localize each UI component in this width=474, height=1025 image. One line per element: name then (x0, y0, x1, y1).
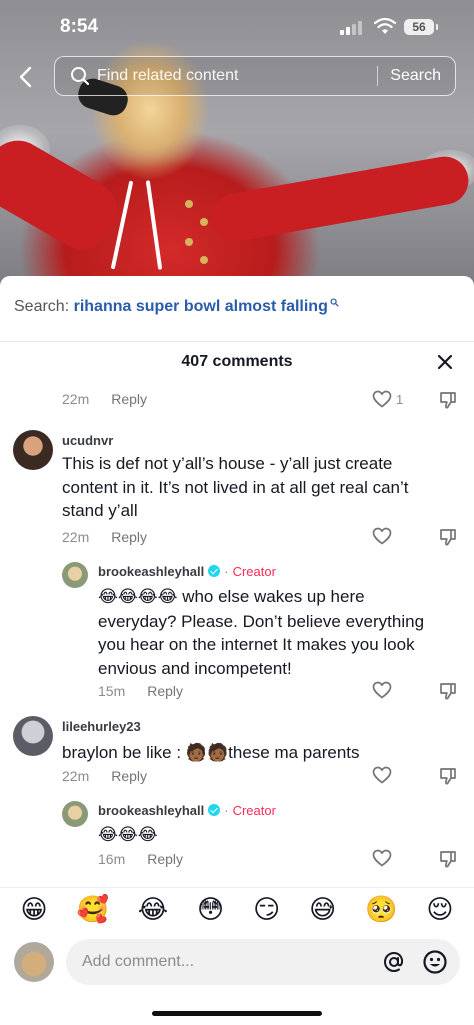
heart-icon[interactable] (372, 766, 392, 784)
related-search-query[interactable]: rihanna super bowl almost falling (74, 298, 328, 315)
related-search[interactable]: Search: rihanna super bowl almost fallin… (14, 298, 339, 316)
close-icon[interactable] (436, 353, 454, 371)
comment-emoji: 🧑🏾🧑🏾 (185, 743, 229, 763)
comment-username[interactable]: lileehurley23 (62, 719, 141, 734)
verified-badge-icon (208, 804, 221, 816)
verified-badge-icon (208, 565, 221, 577)
quick-emoji-bar: 😁 🥰 😂 😳 😏 😅 🥺 😌 (0, 887, 474, 931)
reply-text: 😂😂😂😂 who else wakes up here everyday? Pl… (98, 585, 443, 680)
emoji-pleading-button[interactable]: 🥺 (365, 895, 397, 925)
search-icon (71, 67, 90, 86)
emoji-picker-icon[interactable] (422, 949, 448, 975)
separator-dot: · (224, 564, 229, 579)
back-arrow-icon[interactable] (14, 64, 40, 90)
emoji-grin-button[interactable]: 😁 (20, 895, 47, 925)
comment-meta: 22m Reply (62, 529, 147, 545)
search-input[interactable]: Find related content (97, 67, 377, 85)
separator-dot: · (224, 803, 229, 818)
heart-icon[interactable] (372, 849, 392, 867)
reply-button[interactable]: Reply (111, 529, 147, 545)
reply-button[interactable]: Reply (111, 391, 147, 407)
comment-time: 22m (62, 768, 90, 784)
emoji-flushed-button[interactable]: 😳 (197, 895, 224, 925)
comment-text-part: braylon be like : (62, 743, 186, 762)
reply-username[interactable]: brookeashleyhall · Creator (98, 564, 276, 579)
dislike-icon[interactable] (438, 681, 458, 701)
comment-time: 16m (98, 851, 126, 867)
divider (0, 341, 474, 342)
emoji-joy-button[interactable]: 😂 (138, 895, 168, 925)
comment-time: 15m (98, 683, 126, 699)
like-count: 1 (396, 392, 404, 407)
heart-icon[interactable] (372, 681, 392, 699)
reply-username-text: brookeashleyhall (98, 564, 205, 579)
comment-text: braylon be like : 🧑🏾🧑🏾these ma parents (62, 741, 442, 766)
comment-meta: 22m Reply (62, 768, 147, 784)
comment-time: 22m (62, 529, 90, 545)
dislike-icon[interactable] (438, 527, 458, 547)
emoji-relieved-button[interactable]: 😌 (426, 895, 453, 925)
comment-text-part: these ma parents (228, 743, 360, 762)
heart-icon[interactable] (372, 390, 392, 408)
jacket-button (185, 200, 193, 208)
my-avatar[interactable] (14, 942, 54, 982)
reply-username[interactable]: brookeashleyhall · Creator (98, 803, 276, 818)
comment-composer[interactable] (66, 939, 460, 985)
avatar[interactable] (62, 562, 88, 588)
emoji-smirk-button[interactable]: 😏 (253, 895, 280, 925)
reply-button[interactable]: Reply (147, 683, 183, 699)
jacket-button (185, 238, 193, 246)
hoodie-string (110, 180, 134, 270)
mention-icon[interactable] (382, 950, 406, 974)
performer-arm (0, 129, 129, 261)
related-search-prefix: Search: (14, 298, 70, 315)
cellular-signal-icon (340, 21, 362, 35)
battery-icon: 56 (404, 19, 438, 35)
creator-badge: Creator (232, 803, 276, 818)
comment-meta: 16m Reply (98, 851, 183, 867)
avatar[interactable] (13, 716, 53, 756)
performer-arm (207, 152, 473, 246)
comment-input[interactable] (66, 953, 382, 971)
wifi-icon (374, 18, 396, 34)
clock: 8:54 (60, 16, 99, 37)
reply-button[interactable]: Reply (147, 851, 183, 867)
search-icon (330, 298, 339, 307)
comment-meta: 22m Reply (62, 391, 147, 407)
reply-username-text: brookeashleyhall (98, 803, 205, 818)
status-bar: 8:54 56 (0, 0, 474, 54)
heart-icon[interactable] (372, 527, 392, 545)
comment-text: This is def not y’all’s house - y’all ju… (62, 454, 409, 520)
emoji-hearts-button[interactable]: 🥰 (76, 895, 108, 925)
avatar[interactable] (62, 801, 88, 827)
comment-meta: 15m Reply (98, 683, 183, 699)
home-indicator (152, 1011, 322, 1016)
reply-button[interactable]: Reply (111, 768, 147, 784)
comment-username[interactable]: ucudnvr (62, 433, 113, 448)
hoodie-string (145, 180, 163, 270)
search-bar[interactable]: Find related content Search (54, 56, 456, 96)
reply-emoji: 😂😂😂😂 (98, 587, 178, 607)
reply-emoji: 😂😂😂 (98, 825, 158, 845)
search-button[interactable]: Search (378, 67, 455, 85)
avatar[interactable] (13, 430, 53, 470)
dislike-icon[interactable] (438, 849, 458, 869)
comment-count: 407 comments (181, 353, 293, 370)
dislike-icon[interactable] (438, 766, 458, 786)
jacket-button (200, 256, 208, 264)
comment-time: 22m (62, 391, 90, 407)
emoji-sweat-smile-button[interactable]: 😅 (309, 895, 336, 925)
dislike-icon[interactable] (438, 390, 458, 410)
creator-badge: Creator (232, 564, 276, 579)
jacket-button (200, 218, 208, 226)
